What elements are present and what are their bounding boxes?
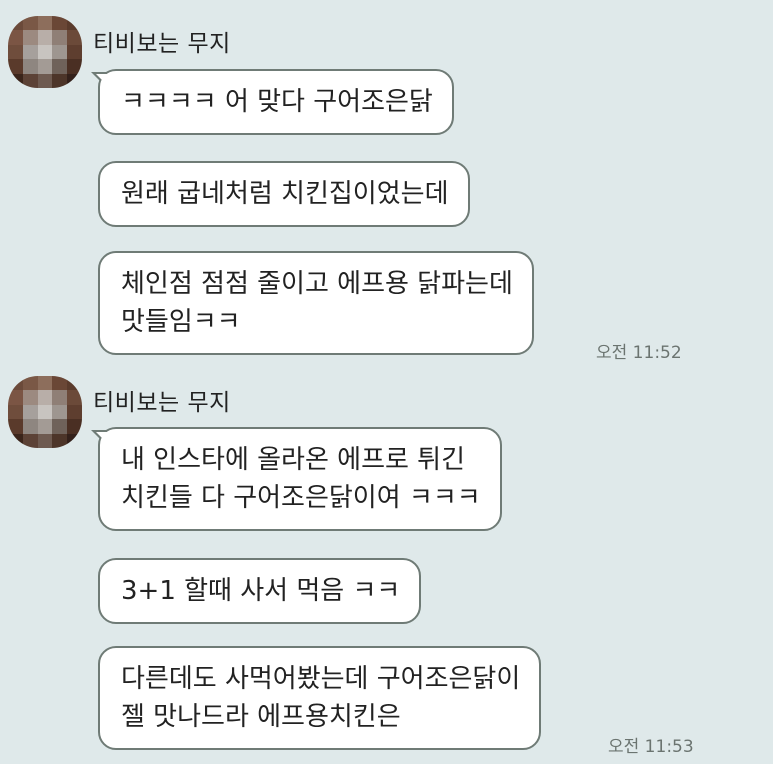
message-bubble[interactable]: 3+1 할때 사서 먹음 ㅋㅋ — [98, 558, 422, 624]
sender-name: 티비보는 무지 — [93, 31, 231, 57]
message-bubble[interactable]: 체인점 점점 줄이고 에프용 닭파는데 맛들임ㅋㅋ — [98, 251, 534, 355]
sender-name: 티비보는 무지 — [93, 390, 231, 416]
message-timestamp: 오전 11:53 — [608, 737, 694, 757]
bubble-tail-fill — [96, 432, 112, 448]
message-bubble[interactable]: ㅋㅋㅋㅋ 어 맞다 구어조은닭 — [98, 69, 454, 135]
avatar[interactable] — [8, 376, 82, 448]
message-bubble[interactable]: 내 인스타에 올라온 에프로 튀긴 치킨들 다 구어조은닭이여 ㅋㅋㅋ — [98, 427, 502, 531]
message-timestamp: 오전 11:52 — [596, 343, 682, 363]
avatar[interactable] — [8, 16, 82, 88]
message-bubble[interactable]: 다른데도 사먹어봤는데 구어조은닭이 젤 맛나드라 에프용치킨은 — [98, 646, 542, 750]
bubble-tail-fill — [96, 74, 112, 90]
message-bubble[interactable]: 원래 굽네처럼 치킨집이었는데 — [98, 161, 470, 227]
